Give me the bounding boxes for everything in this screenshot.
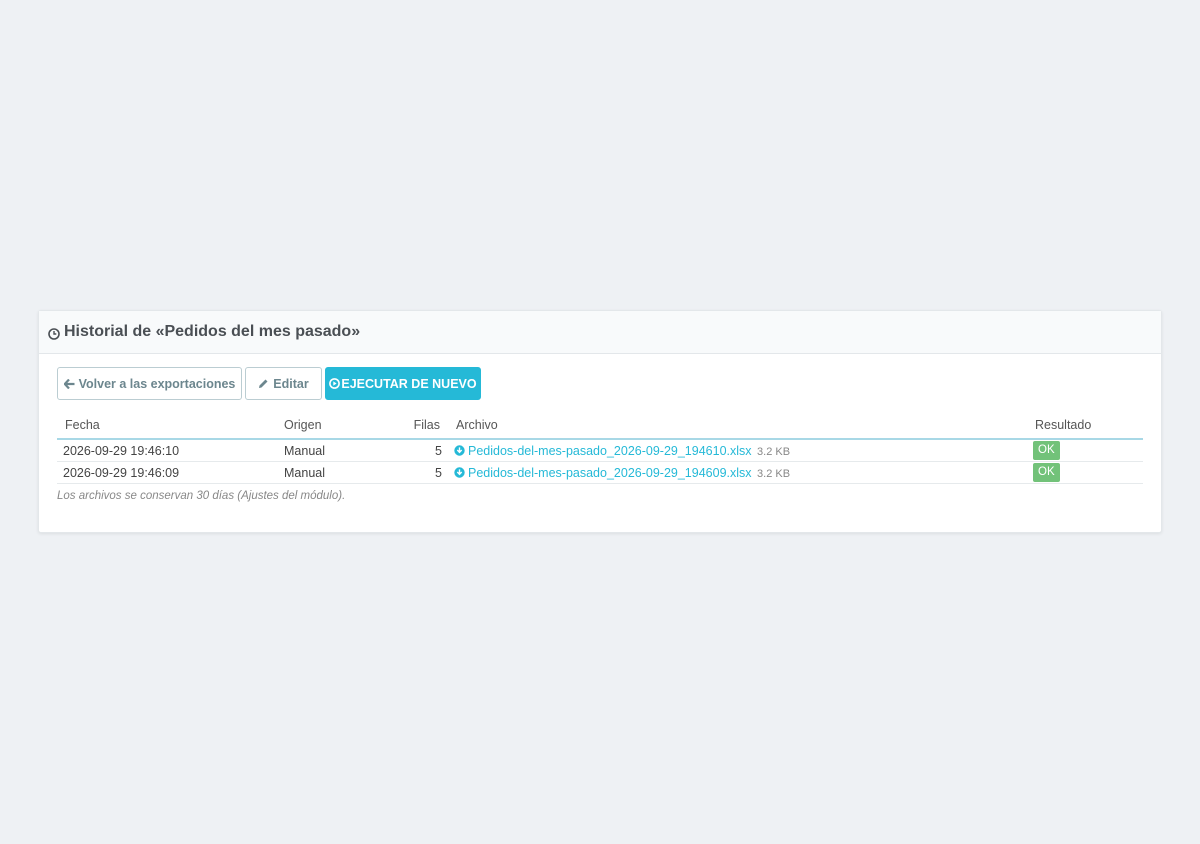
retention-note: Los archivos se conservan 30 días (Ajust… bbox=[57, 490, 346, 502]
header-origen[interactable]: Origen bbox=[276, 411, 382, 440]
cell-fecha: 2026-09-29 19:46:10 bbox=[57, 439, 276, 462]
toolbar: Volver a las exportaciones Editar EJECUT… bbox=[57, 367, 481, 400]
cell-origen: Manual bbox=[276, 461, 382, 484]
run-button-label: EJECUTAR DE NUEVO bbox=[341, 376, 477, 391]
file-download-link[interactable]: Pedidos-del-mes-pasado_2026-09-29_194610… bbox=[454, 444, 755, 458]
status-badge: OK bbox=[1033, 441, 1060, 460]
cell-fecha: 2026-09-29 19:46:09 bbox=[57, 461, 276, 484]
header-fecha[interactable]: Fecha bbox=[57, 411, 276, 440]
arrow-left-icon bbox=[63, 378, 75, 389]
cell-filas: 5 bbox=[382, 439, 448, 462]
file-size: 3.2 KB bbox=[757, 445, 791, 458]
cell-archivo: Pedidos-del-mes-pasado_2026-09-29_194609… bbox=[448, 461, 1027, 484]
cell-filas: 5 bbox=[382, 461, 448, 484]
play-circle-icon bbox=[329, 378, 341, 389]
edit-button[interactable]: Editar bbox=[245, 367, 322, 400]
status-badge: OK bbox=[1033, 463, 1060, 482]
run-again-button[interactable]: EJECUTAR DE NUEVO bbox=[325, 367, 481, 400]
table-header-row: Fecha Origen Filas Archivo Resultado bbox=[57, 411, 1143, 440]
file-download-link[interactable]: Pedidos-del-mes-pasado_2026-09-29_194609… bbox=[454, 466, 755, 480]
header-resultado[interactable]: Resultado bbox=[1027, 411, 1143, 440]
back-button-label: Volver a las exportaciones bbox=[78, 376, 236, 391]
cell-resultado: OK bbox=[1027, 461, 1143, 484]
cell-archivo: Pedidos-del-mes-pasado_2026-09-29_194610… bbox=[448, 439, 1027, 462]
header-filas[interactable]: Filas bbox=[382, 411, 448, 440]
cell-resultado: OK bbox=[1027, 439, 1143, 462]
table-row: 2026-09-29 19:46:09 Manual 5 Pedidos-del… bbox=[57, 461, 1143, 484]
history-table: Fecha Origen Filas Archivo Resultado 202… bbox=[57, 411, 1143, 484]
cell-origen: Manual bbox=[276, 439, 382, 462]
download-icon bbox=[454, 466, 465, 478]
file-name: Pedidos-del-mes-pasado_2026-09-29_194610… bbox=[468, 443, 752, 458]
panel-heading: Historial de «Pedidos del mes pasado» bbox=[39, 311, 1161, 354]
edit-button-label: Editar bbox=[273, 376, 309, 391]
back-to-exports-button[interactable]: Volver a las exportaciones bbox=[57, 367, 242, 400]
history-panel: Historial de «Pedidos del mes pasado» Vo… bbox=[38, 310, 1162, 533]
download-icon bbox=[454, 444, 465, 456]
file-name: Pedidos-del-mes-pasado_2026-09-29_194609… bbox=[468, 465, 752, 480]
pencil-icon bbox=[258, 378, 269, 389]
header-archivo[interactable]: Archivo bbox=[448, 411, 1027, 440]
clock-icon bbox=[48, 327, 60, 340]
table-row: 2026-09-29 19:46:10 Manual 5 Pedidos-del… bbox=[57, 439, 1143, 462]
panel-title: Historial de «Pedidos del mes pasado» bbox=[64, 323, 361, 340]
file-size: 3.2 KB bbox=[757, 467, 791, 480]
